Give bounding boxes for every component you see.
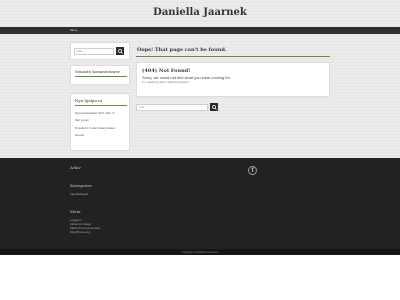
site-title[interactable]: Daniella Jaarnek	[0, 7, 400, 18]
page-bottom-blank	[0, 255, 400, 300]
site-footer	[0, 158, 400, 249]
copyright-text: Copyright © All Rights Reserved	[182, 250, 218, 254]
page-title: Oops! That page can't be found.	[137, 47, 227, 53]
main-search-form: Sök ...	[136, 103, 218, 111]
footer-categories-title: Kategorier	[70, 183, 92, 188]
recent-post-link[interactable]: Dossitet it b vilar Inkorporation	[75, 126, 115, 130]
facebook-icon[interactable]: f	[248, 166, 257, 175]
recent-posts-widget: Nya hjälpa ni Nyinvesteradelet SUb mdk "…	[70, 93, 130, 151]
recent-posts-title: Nya hjälpa ni	[75, 98, 127, 106]
menu-toggle[interactable]: Meny	[70, 28, 77, 32]
main-search-input[interactable]: Sök ...	[136, 103, 208, 111]
not-found-title: (404) Not Found!	[142, 68, 191, 74]
recent-post-link[interactable]: Nyinvesteradelet SUb mdk "1"	[75, 111, 115, 115]
main-search-button[interactable]	[210, 103, 218, 111]
main-menu-bar: Meny	[0, 27, 400, 34]
sidebar-search-widget: Sök ...	[70, 42, 130, 60]
heading-divider	[136, 56, 330, 57]
footer-archive-title: Arkiv	[70, 165, 81, 170]
footer-meta-link[interactable]: WordPress.org	[70, 230, 90, 234]
not-found-tip: Try searching with a different keyword.	[142, 80, 190, 84]
sidebar-search-input[interactable]: Sök ...	[74, 47, 114, 55]
recent-comments-title: Senaste kommentarer	[75, 69, 127, 77]
recent-comments-widget: Senaste kommentarer	[70, 65, 130, 85]
search-icon	[117, 48, 123, 54]
footer-category-link[interactable]: Ingenkategori	[70, 192, 88, 196]
recent-post-link[interactable]: Hemal	[75, 133, 84, 137]
search-icon	[211, 104, 217, 110]
not-found-box: (404) Not Found! Sorry, we could not fin…	[136, 62, 330, 97]
recent-post-link[interactable]: Mer ipsum	[75, 118, 89, 122]
sidebar-search-button[interactable]	[116, 47, 124, 55]
footer-meta-title: Meta	[70, 209, 81, 214]
